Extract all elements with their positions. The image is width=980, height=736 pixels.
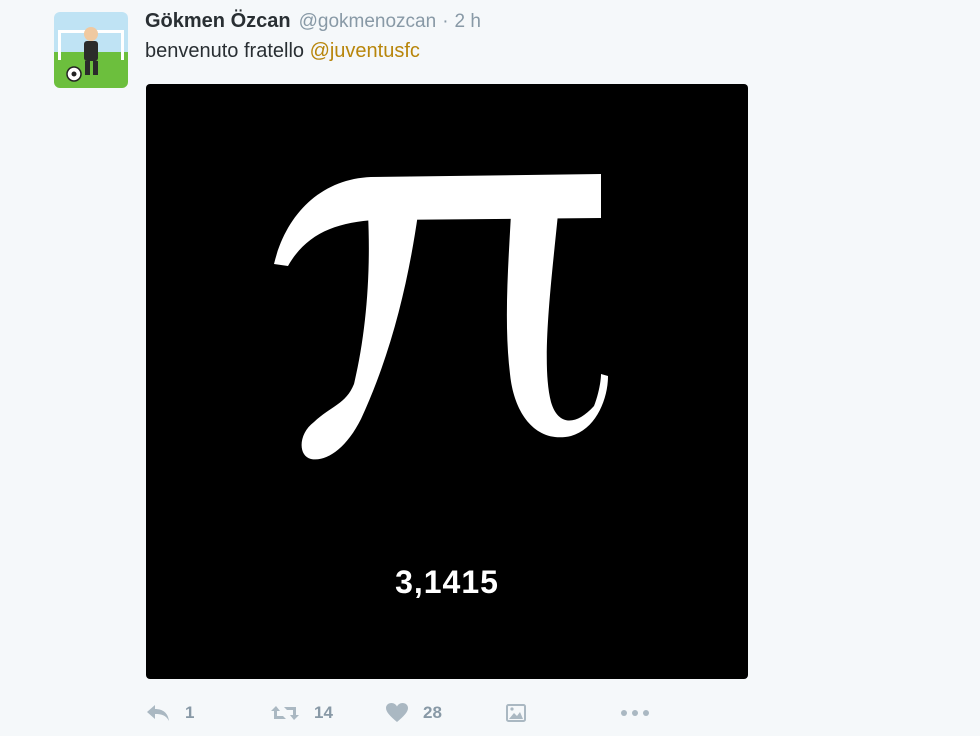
retweet-count: 14 xyxy=(314,703,333,722)
reply-icon xyxy=(147,705,169,721)
pi-value-caption: 3,1415 xyxy=(395,564,499,600)
more-button[interactable] xyxy=(620,708,650,718)
avatar-image xyxy=(54,12,128,88)
like-count: 28 xyxy=(423,703,442,722)
media-icon xyxy=(506,704,526,722)
media-action-button[interactable] xyxy=(505,702,620,724)
reply-count: 1 xyxy=(185,703,195,722)
tweet-actions: 1 14 28 xyxy=(145,696,650,730)
separator-dot: · xyxy=(442,11,449,32)
retweet-button[interactable]: 14 xyxy=(270,703,385,723)
tweet-header: Gökmen Özcan @gokmenozcan · 2 h xyxy=(145,10,481,38)
author-name[interactable]: Gökmen Özcan xyxy=(145,10,291,33)
like-button[interactable]: 28 xyxy=(385,702,505,724)
reply-button[interactable]: 1 xyxy=(145,703,270,723)
author-handle[interactable]: @gokmenozcan xyxy=(299,11,437,33)
tweet-text-body: benvenuto fratello xyxy=(145,40,310,62)
tweet: Gökmen Özcan @gokmenozcan · 2 h benvenut… xyxy=(0,0,980,736)
avatar[interactable] xyxy=(54,12,128,88)
more-icon xyxy=(621,710,649,716)
retweet-icon xyxy=(271,706,299,720)
heart-icon xyxy=(386,703,408,722)
tweet-timestamp[interactable]: 2 h xyxy=(455,11,481,33)
tweet-text: benvenuto fratello @juventusfc xyxy=(145,40,420,63)
tweet-media[interactable]: 3,1415 xyxy=(146,84,748,679)
mention-link[interactable]: @juventusfc xyxy=(310,40,420,62)
